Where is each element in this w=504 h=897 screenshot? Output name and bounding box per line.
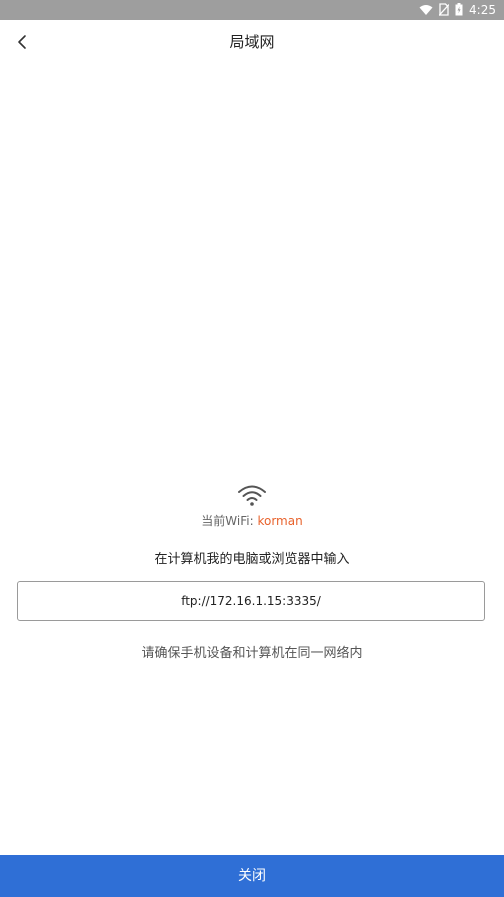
- current-wifi-name: korman: [257, 514, 303, 528]
- instruction-text: 在计算机我的电脑或浏览器中输入: [154, 552, 350, 567]
- wifi-signal-icon: [419, 1, 433, 20]
- page-title: 局域网: [229, 33, 275, 51]
- chevron-left-icon: [18, 35, 26, 49]
- network-hint-text: 请确保手机设备和计算机在同一网络内: [141, 646, 363, 661]
- ftp-address-box[interactable]: ftp://172.16.1.15:3335/: [17, 581, 485, 621]
- current-wifi-line: 当前WiFi: korman: [0, 512, 504, 530]
- current-wifi-label: 当前WiFi:: [201, 514, 258, 528]
- status-icons: 4:25: [419, 2, 496, 18]
- battery-icon: [455, 1, 463, 20]
- no-sim-icon: [438, 1, 450, 20]
- status-bar: 4:25: [0, 0, 504, 20]
- back-button[interactable]: [8, 28, 36, 56]
- status-time: 4:25: [469, 3, 496, 17]
- wifi-icon: [237, 483, 267, 507]
- app-bar: 局域网: [0, 20, 504, 64]
- close-button[interactable]: 关闭: [0, 855, 504, 897]
